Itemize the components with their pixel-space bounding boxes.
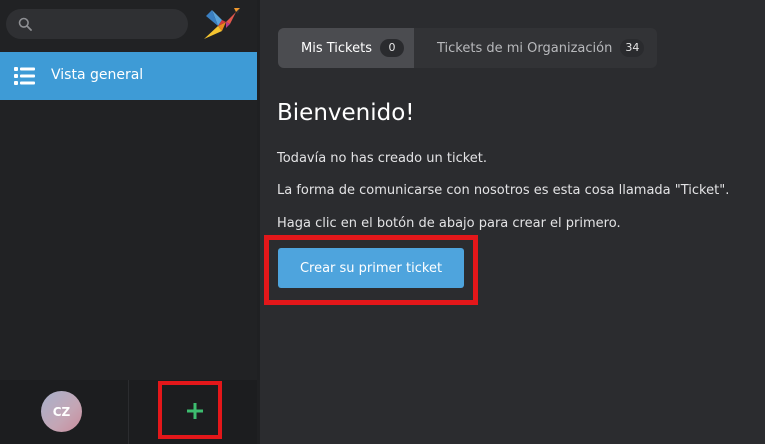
avatar[interactable]: CZ — [41, 391, 82, 432]
user-menu[interactable]: CZ — [0, 380, 128, 444]
list-icon — [14, 67, 35, 85]
empty-state-text: Todavía no has creado un ticket. — [277, 151, 488, 166]
search-input[interactable] — [40, 14, 184, 36]
count-badge: 0 — [379, 39, 404, 57]
plus-icon — [187, 403, 203, 419]
tab-mis-tickets[interactable]: Mis Tickets 0 — [278, 28, 414, 68]
page-title: Bienvenido! — [277, 100, 415, 126]
ticket-tabs: Mis Tickets 0 Tickets de mi Organización… — [278, 28, 657, 68]
footer-divider — [128, 380, 129, 444]
ticket-explanation-text: La forma de comunicarse con nosotros es … — [277, 183, 730, 198]
search-icon — [18, 17, 32, 31]
sidebar: Vista general CZ — [0, 0, 257, 444]
new-ticket-button[interactable] — [158, 381, 222, 439]
app-window: Vista general CZ Mis Tickets 0 Tickets d… — [0, 0, 765, 444]
create-first-ticket-button[interactable]: Crear su primer ticket — [278, 248, 464, 288]
tab-label: Tickets de mi Organización — [437, 40, 613, 56]
search-box[interactable] — [6, 9, 188, 39]
bird-logo-icon — [204, 8, 240, 39]
tab-label: Mis Tickets — [301, 40, 372, 56]
instruction-text: Haga clic en el botón de abajo para crea… — [277, 216, 621, 231]
main-content: Mis Tickets 0 Tickets de mi Organización… — [260, 0, 765, 444]
tab-tickets-organizacion[interactable]: Tickets de mi Organización 34 — [414, 28, 657, 68]
count-badge: 34 — [620, 39, 645, 57]
sidebar-item-label: Vista general — [51, 67, 144, 83]
avatar-initials: CZ — [52, 404, 71, 419]
sidebar-item-vista-general[interactable]: Vista general — [0, 52, 257, 100]
